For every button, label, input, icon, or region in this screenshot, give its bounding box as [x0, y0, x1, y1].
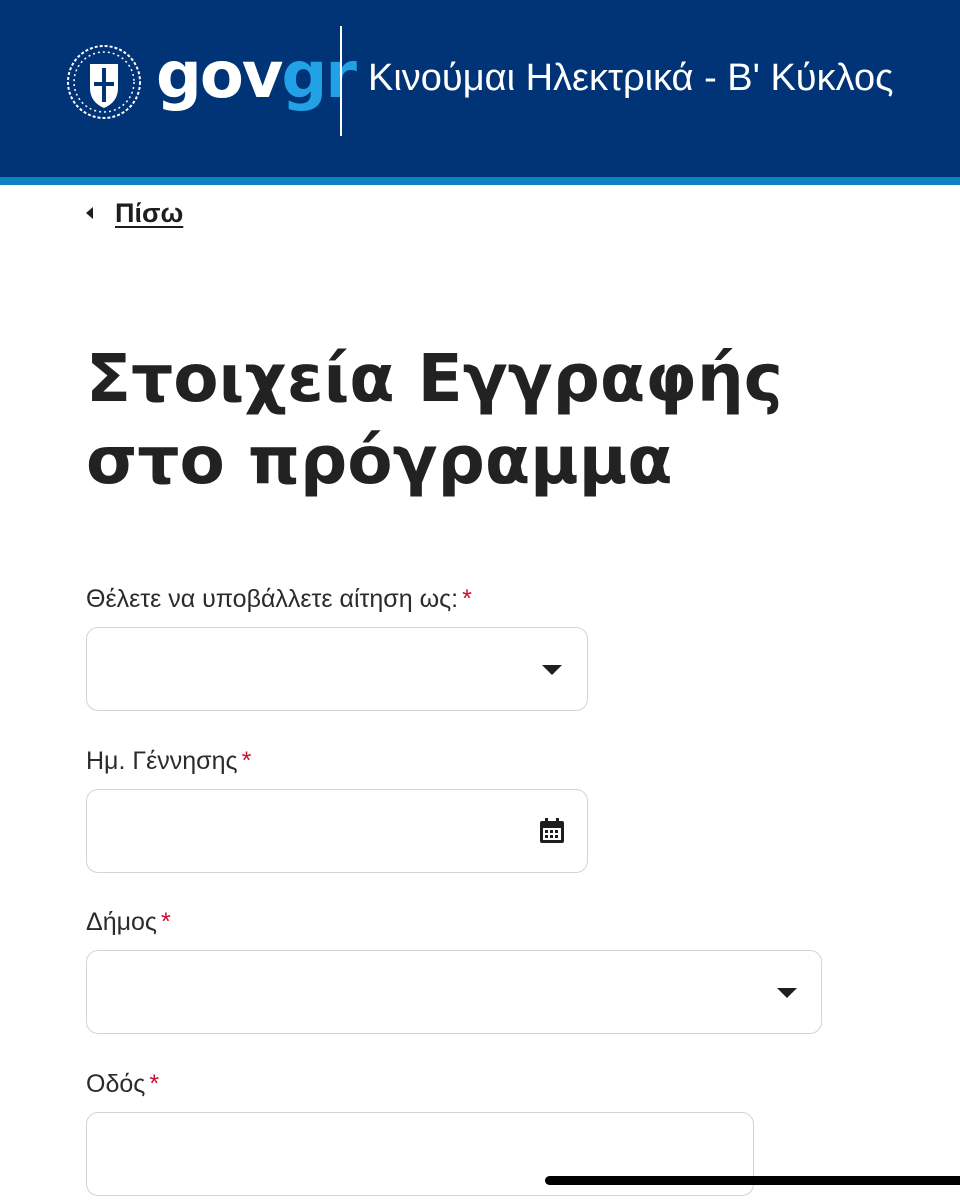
- logo-gr: gr: [281, 39, 357, 113]
- applicant-type-select[interactable]: [86, 627, 588, 711]
- logo-gov: gov: [156, 39, 283, 113]
- required-asterisk: *: [462, 585, 472, 613]
- page-title: Στοιχεία Εγγραφής στο πρόγραμμα: [86, 340, 783, 499]
- calendar-icon[interactable]: [539, 818, 565, 844]
- back-link-label: Πίσω: [115, 197, 184, 228]
- greek-emblem-icon: [67, 45, 141, 119]
- home-indicator[interactable]: [545, 1176, 960, 1185]
- header-divider: [340, 26, 342, 136]
- chevron-down-icon: [542, 665, 562, 675]
- municipality-select[interactable]: [86, 950, 822, 1034]
- site-header: govgr Κινούμαι Ηλεκτρικά - Β' Κύκλος: [0, 0, 960, 177]
- birth-date-label-text: Ημ. Γέννησης: [86, 747, 238, 775]
- back-link[interactable]: Πίσω: [86, 196, 183, 230]
- chevron-down-icon: [777, 988, 797, 998]
- service-title[interactable]: Κινούμαι Ηλεκτρικά - Β' Κύκλος: [368, 54, 893, 102]
- applicant-type-label: Θέλετε να υποβάλλετε αίτηση ως: *: [86, 583, 472, 615]
- street-label: Οδός *: [86, 1068, 159, 1100]
- birth-date-label: Ημ. Γέννησης *: [86, 745, 251, 777]
- birth-date-input[interactable]: [86, 789, 588, 873]
- required-asterisk: *: [160, 908, 171, 936]
- caret-left-icon: [86, 207, 93, 219]
- govgr-logo[interactable]: govgr: [156, 38, 357, 114]
- street-label-text: Οδός: [86, 1070, 146, 1098]
- required-asterisk: *: [149, 1070, 160, 1098]
- applicant-type-label-text: Θέλετε να υποβάλλετε αίτηση ως:: [86, 585, 459, 613]
- municipality-label-text: Δήμος: [86, 908, 157, 936]
- header-stripe: [0, 177, 960, 185]
- municipality-label: Δήμος *: [86, 906, 171, 938]
- required-asterisk: *: [241, 747, 252, 775]
